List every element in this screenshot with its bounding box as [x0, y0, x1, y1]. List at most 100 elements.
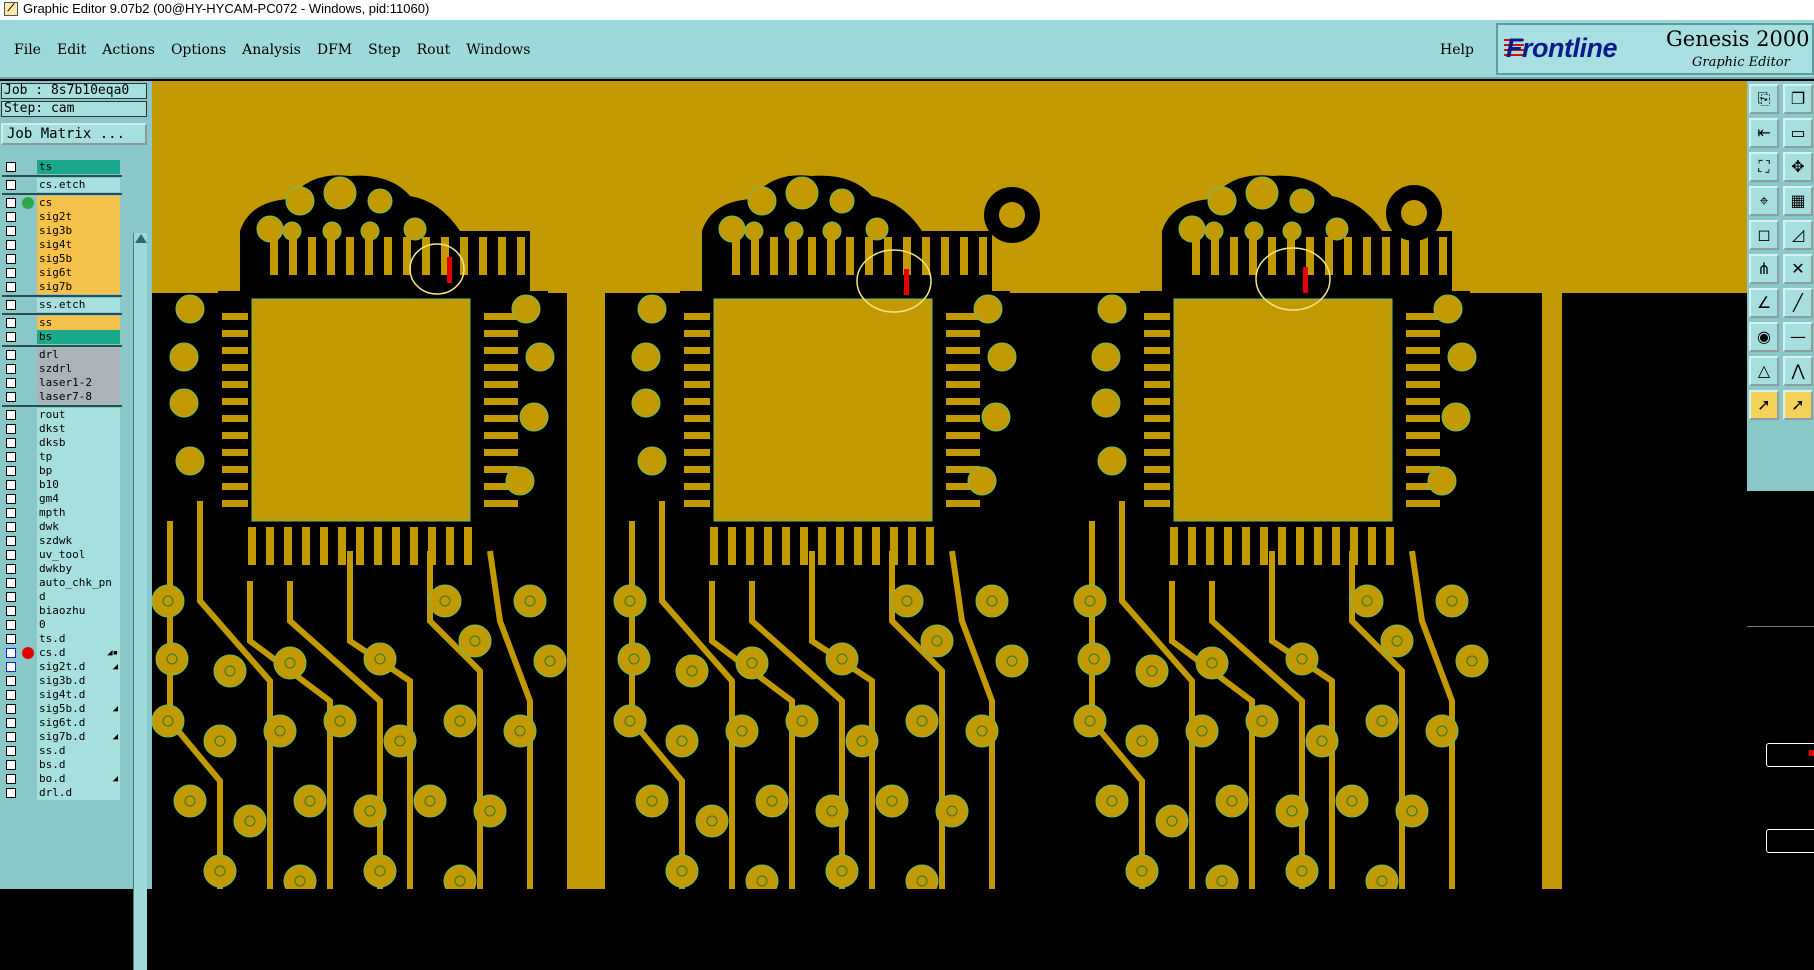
window-tool-button[interactable]: ▭ — [1783, 118, 1813, 148]
layer-row[interactable]: ss.d — [2, 744, 122, 758]
layer-name[interactable]: d — [37, 590, 120, 604]
layer-row[interactable]: dwkby — [2, 562, 122, 576]
layer-checkbox[interactable] — [6, 240, 16, 250]
line-tool-button[interactable]: ∠ — [1749, 288, 1779, 318]
menu-rout[interactable]: Rout — [409, 42, 459, 58]
layer-checkbox[interactable] — [6, 634, 16, 644]
menu-dfm[interactable]: DFM — [309, 42, 360, 58]
measure-tool-button[interactable]: ⌖ — [1749, 186, 1779, 216]
layer-row[interactable]: drl.d — [2, 786, 122, 800]
layer-checkbox[interactable] — [6, 718, 16, 728]
layer-checkbox[interactable] — [6, 648, 16, 658]
menu-analysis[interactable]: Analysis — [234, 42, 309, 58]
layer-checkbox[interactable] — [6, 410, 16, 420]
layer-name[interactable]: drl — [37, 348, 120, 362]
layer-name[interactable]: ts.d — [37, 632, 120, 646]
layer-row[interactable]: tp — [2, 450, 122, 464]
layer-name[interactable]: sig4t — [37, 238, 120, 252]
layer-row[interactable]: bs.d — [2, 758, 122, 772]
layer-row[interactable]: biaozhu — [2, 604, 122, 618]
layer-checkbox[interactable] — [6, 282, 16, 292]
layer-row[interactable]: laser7-8 — [2, 390, 122, 404]
layer-name[interactable]: cs — [37, 196, 120, 210]
layer-name[interactable]: laser1-2 — [37, 376, 120, 390]
layer-name[interactable]: drl.d — [37, 786, 120, 800]
layer-name[interactable]: szdrl — [37, 362, 120, 376]
layer-name[interactable]: laser7-8 — [37, 390, 120, 404]
layer-row[interactable]: sig4t.d — [2, 688, 122, 702]
move-left-tool-button[interactable]: ⇤ — [1749, 118, 1779, 148]
layer-name[interactable]: sig3b.d — [37, 674, 120, 688]
layer-row[interactable]: bs — [2, 330, 122, 344]
layer-name[interactable]: sig2t — [37, 210, 120, 224]
segment-tool-button[interactable]: — — [1783, 322, 1813, 352]
layer-row[interactable]: sig2t — [2, 210, 122, 224]
layer-row[interactable]: sig7b — [2, 280, 122, 294]
layer-row[interactable]: 0 — [2, 618, 122, 632]
layer-row[interactable]: dkst — [2, 422, 122, 436]
layer-checkbox[interactable] — [6, 676, 16, 686]
cross-tool-button[interactable]: ✕ — [1783, 254, 1813, 284]
layer-row[interactable]: uv_tool — [2, 548, 122, 562]
layer-checkbox[interactable] — [6, 774, 16, 784]
job-matrix-button[interactable]: Job Matrix ... — [1, 123, 147, 145]
layer-row[interactable]: sig3b.d — [2, 674, 122, 688]
layer-row[interactable]: bp — [2, 464, 122, 478]
pointer-tool-button[interactable]: ➚ — [1749, 390, 1779, 420]
layer-name[interactable]: dksb — [37, 436, 120, 450]
menu-windows[interactable]: Windows — [458, 42, 538, 58]
scroll-up-arrow-icon[interactable] — [135, 234, 147, 243]
layer-checkbox[interactable] — [6, 606, 16, 616]
menu-help[interactable]: Help — [1440, 42, 1474, 58]
layer-row[interactable]: sig7b.d ◢ — [2, 730, 122, 744]
mini-map[interactable] — [1747, 626, 1814, 890]
layer-row[interactable]: rout — [2, 408, 122, 422]
layer-checkbox[interactable] — [6, 550, 16, 560]
layer-name[interactable]: dkst — [37, 422, 120, 436]
menu-step[interactable]: Step — [360, 42, 408, 58]
layer-checkbox[interactable] — [6, 392, 16, 402]
layer-row[interactable]: bo.d ◢ — [2, 772, 122, 786]
layer-checkbox[interactable] — [6, 254, 16, 264]
layer-checkbox[interactable] — [6, 564, 16, 574]
layer-name[interactable]: bo.d ◢ — [37, 772, 120, 786]
layer-name[interactable]: bs.d — [37, 758, 120, 772]
triangle-tool-button[interactable]: △ — [1749, 356, 1779, 386]
layer-name[interactable]: sig5b.d ◢ — [37, 702, 120, 716]
layer-checkbox[interactable] — [6, 226, 16, 236]
layer-name[interactable]: b10 — [37, 478, 120, 492]
layer-row[interactable]: b10 — [2, 478, 122, 492]
layer-name[interactable]: sig2t.d ◢ — [37, 660, 120, 674]
layer-name[interactable]: bp — [37, 464, 120, 478]
network-tool-button[interactable]: ⋔ — [1749, 254, 1779, 284]
layer-name[interactable]: biaozhu — [37, 604, 120, 618]
fit-tool-button[interactable]: ⛶ — [1749, 152, 1779, 182]
layer-name[interactable]: sig7b — [37, 280, 120, 294]
layer-name[interactable]: sig3b — [37, 224, 120, 238]
layer-name[interactable]: rout — [37, 408, 120, 422]
edit-shape-tool-button[interactable]: ◿ — [1783, 220, 1813, 250]
menu-file[interactable]: File — [6, 42, 49, 58]
pad-tool-button[interactable]: ◉ — [1749, 322, 1779, 352]
layer-checkbox[interactable] — [6, 318, 16, 328]
layer-row[interactable]: dwk — [2, 520, 122, 534]
graphic-canvas[interactable] — [152, 81, 1747, 889]
layer-name[interactable]: sig7b.d ◢ — [37, 730, 120, 744]
layer-name[interactable]: sig4t.d — [37, 688, 120, 702]
layer-checkbox[interactable] — [6, 424, 16, 434]
layer-checkbox[interactable] — [6, 690, 16, 700]
layer-row[interactable]: drl — [2, 348, 122, 362]
layer-name[interactable]: szdwk — [37, 534, 120, 548]
layer-checkbox[interactable] — [6, 732, 16, 742]
layer-row[interactable]: szdrl — [2, 362, 122, 376]
layer-name[interactable]: gm4 — [37, 492, 120, 506]
layer-row[interactable]: ss.etch — [2, 298, 122, 312]
layer-checkbox[interactable] — [6, 592, 16, 602]
layer-checkbox[interactable] — [6, 704, 16, 714]
layer-name[interactable]: dwkby — [37, 562, 120, 576]
layer-checkbox[interactable] — [6, 494, 16, 504]
paste-tool-button[interactable]: ⎘ — [1749, 84, 1779, 114]
layer-name[interactable]: cs.etch — [37, 178, 120, 192]
layer-checkbox[interactable] — [6, 350, 16, 360]
layer-checkbox[interactable] — [6, 300, 16, 310]
